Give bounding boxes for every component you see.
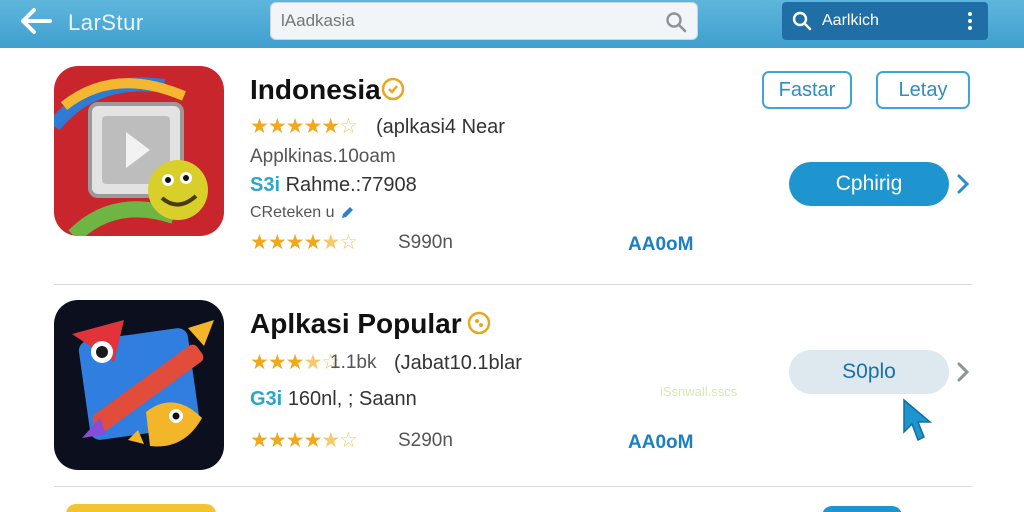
chevron-right-icon[interactable] (956, 361, 970, 383)
stat-prefix: G3i (250, 388, 283, 410)
price-text: S290n (398, 430, 453, 451)
stat-prefix: S3i (250, 174, 281, 196)
rating-stars-secondary: ★★★★★☆ (250, 429, 358, 452)
paint-app-icon (54, 300, 224, 470)
open-button[interactable]: S0plo (789, 350, 949, 394)
stat-line: S3i Rahme.:77908 (250, 174, 417, 197)
app-card[interactable]: Aplkasi Popular ★★★★☆ 1.1bk (Jabat10.1bl… (54, 300, 972, 480)
account-search-button[interactable]: Aarlkich (782, 2, 988, 40)
top-bar: LarStur Aarlkich (0, 0, 1024, 48)
app-card-partial[interactable] (54, 500, 972, 512)
app-icon-indonesia[interactable] (54, 66, 224, 236)
divider (54, 284, 972, 285)
search-input[interactable] (281, 9, 661, 33)
app-title[interactable]: Indonesia (250, 74, 381, 106)
app-icon-partial (66, 504, 216, 512)
stat-line: G3i 160nl, ; Saann (250, 388, 417, 411)
search-icon[interactable] (665, 11, 687, 33)
note-text: CReteken u (250, 204, 335, 221)
verified-badge-icon (467, 311, 491, 335)
button-partial (822, 506, 902, 512)
video-app-icon (54, 66, 224, 236)
search-bar[interactable] (270, 2, 698, 40)
divider (54, 486, 972, 487)
app-title: LarStur (68, 10, 144, 35)
account-label: Aarlkich (822, 12, 879, 29)
rating-text: (aplkasi4 Near (376, 116, 505, 138)
rating-stars: ★★★★☆ (250, 351, 340, 374)
stat-text: 160nl, ; Saann (287, 388, 417, 410)
verified-badge-icon (381, 77, 405, 101)
app-subtitle: Applkinas.10oam (250, 146, 396, 167)
app-icon-aplkasi-popular[interactable] (54, 300, 224, 470)
search-icon (792, 11, 812, 31)
price-text: S990n (398, 232, 453, 253)
app-title[interactable]: Aplkasi Popular (250, 308, 462, 340)
note-line: CReteken u (250, 204, 355, 222)
pencil-icon (341, 206, 353, 218)
app-card[interactable]: Indonesia ★★★★★☆ (aplkasi4 Near Applkina… (54, 66, 972, 266)
size-text: AA0oM (628, 234, 694, 255)
fastar-button[interactable]: Fastar (762, 71, 852, 109)
stat-text: Rahme.:77908 (285, 174, 417, 196)
letay-button[interactable]: Letay (876, 71, 970, 109)
rating-text: (Jabat10.1blar (394, 352, 522, 374)
more-vertical-icon[interactable] (966, 10, 974, 32)
mouse-cursor-icon (903, 398, 933, 442)
size-text: AA0oM (628, 432, 694, 453)
watermark-text: iSsnwall.sscs (660, 384, 738, 399)
rating-stars: ★★★★★☆ (250, 115, 358, 138)
rating-stars-secondary: ★★★★★☆ (250, 231, 358, 254)
install-button[interactable]: Cphirig (789, 162, 949, 206)
arrow-left-icon[interactable] (18, 6, 54, 36)
chevron-right-icon[interactable] (956, 173, 970, 195)
rating-count: 1.1bk (330, 352, 377, 373)
